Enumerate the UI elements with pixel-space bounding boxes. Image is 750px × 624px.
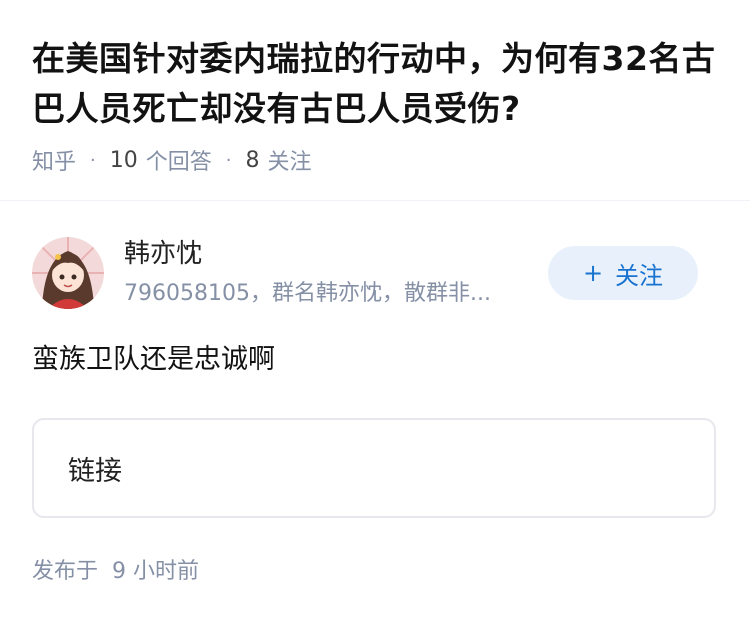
published-prefix: 发布于 (32, 559, 99, 584)
avatar-image (32, 237, 104, 309)
answer-page: 在美国针对委内瑞拉的行动中，为何有32名古巴人员死亡却没有古巴人员受伤? 知乎 … (0, 0, 750, 624)
answer-count-label: 个回答 (145, 150, 212, 175)
answer-text: 蛮族卫队还是忠诚啊 (32, 344, 275, 375)
publish-info: 发布于 9 小时前 (32, 556, 199, 588)
meta-separator: · (225, 149, 232, 171)
plus-icon: + (582, 259, 604, 287)
follow-button[interactable]: + 关注 (548, 246, 698, 300)
avatar[interactable] (32, 237, 104, 309)
answer-count: 10 (109, 147, 138, 173)
link-card[interactable]: 链接 (32, 418, 716, 518)
meta-separator: · (90, 149, 96, 171)
published-time: 9 小时前 (112, 559, 200, 584)
author-bio: 796058105，群名韩亦忱，散群非... (124, 281, 491, 306)
follow-count: 8 (245, 147, 260, 173)
link-card-label: 链接 (68, 455, 122, 487)
follow-button-label: 关注 (615, 261, 664, 290)
follow-count-label: 关注 (267, 150, 312, 175)
question-title[interactable]: 在美国针对委内瑞拉的行动中，为何有32名古巴人员死亡却没有古巴人员受伤? (32, 34, 722, 134)
section-divider (0, 200, 750, 201)
author-name[interactable]: 韩亦忱 (124, 236, 202, 272)
site-name[interactable]: 知乎 (32, 144, 76, 176)
question-meta: 知乎 · 10 个回答 · 8 关注 (32, 144, 312, 176)
